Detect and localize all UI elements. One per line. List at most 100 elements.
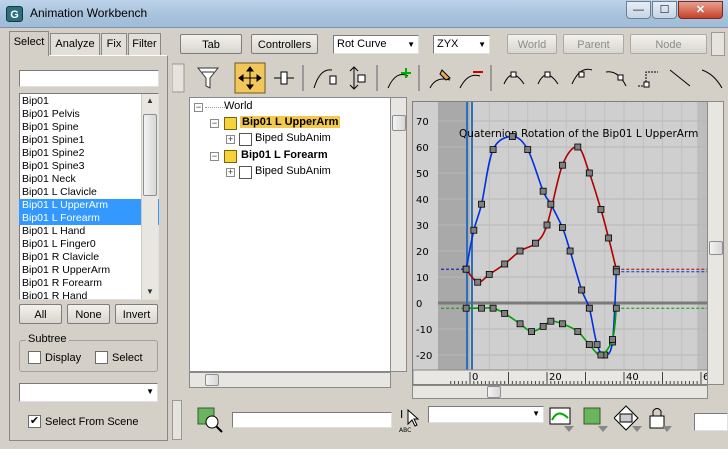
- scroll-up-arrow[interactable]: ▲: [142, 94, 158, 108]
- select-checkbox[interactable]: [95, 351, 108, 367]
- show-text-icon[interactable]: I ABC: [398, 406, 420, 434]
- display-checkbox[interactable]: [28, 351, 41, 367]
- keyframe-point: [597, 206, 605, 213]
- list-item[interactable]: Bip01: [19, 95, 159, 108]
- list-item[interactable]: Bip01 R Hand: [19, 290, 159, 299]
- axis-order-dropdown[interactable]: ZYX ▼: [433, 35, 490, 54]
- tree-hscrollbar[interactable]: [189, 372, 391, 388]
- list-item[interactable]: Bip01 L Hand: [19, 225, 159, 238]
- tangent-fast-icon[interactable]: [571, 68, 593, 85]
- keyframe-point: [516, 320, 524, 328]
- chevron-down-icon: ▼: [478, 40, 486, 49]
- select-all-button[interactable]: All: [19, 304, 62, 324]
- parent-button[interactable]: Parent: [563, 34, 624, 54]
- select-from-scene-label: Select From Scene: [45, 416, 139, 428]
- list-item[interactable]: Bip01 Pelvis: [19, 108, 159, 121]
- tab-filter[interactable]: Filter: [128, 33, 161, 55]
- keyframe-point: [566, 247, 574, 255]
- bottom-right-field[interactable]: [694, 413, 728, 431]
- list-item[interactable]: Bip01 Spine1: [19, 134, 159, 147]
- filter-input[interactable]: [232, 412, 392, 428]
- list-item[interactable]: Bip01 Spine: [19, 121, 159, 134]
- draw-curves-icon[interactable]: [429, 69, 451, 89]
- tangent-step-icon[interactable]: [638, 71, 658, 88]
- invert-selection-button[interactable]: Invert: [115, 304, 158, 324]
- list-item[interactable]: Bip01 R UpperArm: [19, 264, 159, 277]
- tree-node-label: Bip01 L UpperArm: [240, 116, 341, 128]
- keyframe-point: [462, 304, 470, 312]
- track-tree[interactable]: − World − Bip01 L UpperArm + Biped SubAn…: [189, 97, 391, 372]
- graph-vscroll-thumb[interactable]: [709, 241, 723, 255]
- curve-mode-dropdown[interactable]: Rot Curve ▼: [333, 35, 419, 54]
- move-keys-vertical-icon[interactable]: [349, 66, 366, 90]
- close-button[interactable]: ✕: [678, 1, 723, 19]
- filter-icon[interactable]: [196, 67, 220, 89]
- select-none-button[interactable]: None: [67, 304, 110, 324]
- keyframe-point: [609, 335, 616, 343]
- tab-analyze[interactable]: Analyze: [50, 33, 100, 55]
- tab-button[interactable]: Tab: [180, 34, 242, 54]
- bone-list-scrollbar[interactable]: ▲ ▼: [141, 94, 158, 299]
- tree-scrollbar[interactable]: [390, 97, 407, 372]
- list-item[interactable]: Bip01 R Forearm: [19, 277, 159, 290]
- controllers-button[interactable]: Controllers: [251, 34, 318, 54]
- scale-values-icon[interactable]: [313, 69, 337, 89]
- reduce-keys-icon[interactable]: [459, 71, 483, 89]
- chevron-down-icon: ▼: [532, 409, 540, 418]
- minimize-button[interactable]: —: [626, 1, 651, 19]
- tangent-linear-icon[interactable]: [669, 69, 691, 87]
- frame-curves-icon[interactable]: [548, 404, 578, 434]
- tree-scroll-thumb[interactable]: [392, 115, 406, 131]
- y-tick-label: 50: [416, 169, 429, 180]
- chevron-down-icon: ▼: [407, 40, 415, 49]
- scale-keys-time-icon[interactable]: [274, 71, 294, 85]
- list-item[interactable]: Bip01 L Finger0: [19, 238, 159, 251]
- tangent-auto-icon[interactable]: [503, 71, 525, 85]
- toolbar-scroll-handle[interactable]: [711, 32, 725, 56]
- tab-fix[interactable]: Fix: [101, 33, 127, 55]
- bone-icon: [224, 150, 237, 163]
- list-item[interactable]: Bip01 L Clavicle: [19, 186, 159, 199]
- bone-search-input[interactable]: [19, 70, 159, 87]
- lock-selection-icon[interactable]: [614, 404, 644, 434]
- graph-hscroll-thumb[interactable]: [487, 386, 501, 398]
- node-button[interactable]: Node: [630, 34, 707, 54]
- y-tick-label: 20: [416, 247, 429, 258]
- preset-dropdown[interactable]: ▼: [19, 383, 158, 402]
- keyframe-point: [574, 143, 582, 151]
- scroll-down-arrow[interactable]: ▼: [142, 285, 158, 299]
- bone-list-scroll-thumb[interactable]: [143, 114, 157, 196]
- title-bar[interactable]: G Animation Workbench — ☐ ✕: [0, 0, 728, 28]
- maximize-button[interactable]: ☐: [652, 1, 677, 19]
- curve-icon: [239, 133, 252, 146]
- tree-hscroll-thumb[interactable]: [205, 374, 219, 386]
- tangent-slow-icon[interactable]: [605, 71, 627, 87]
- bottom-dropdown[interactable]: ▼: [428, 406, 544, 423]
- graph-hscrollbar[interactable]: [412, 385, 708, 399]
- tangent-smooth-icon[interactable]: [701, 69, 723, 89]
- select-from-scene-checkbox[interactable]: ✔: [28, 415, 41, 428]
- graph-vscrollbar[interactable]: [707, 101, 724, 385]
- list-item[interactable]: Bip01 L UpperArm: [19, 199, 159, 212]
- curve-graph-svg[interactable]: 70 60 50 40 30 20 10 0 -10 -20 Quaternion Rotation…: [413, 102, 708, 385]
- keyframe-point: [585, 341, 593, 349]
- lock-icon[interactable]: [646, 404, 676, 434]
- keyframe-point: [532, 239, 539, 247]
- isolate-curves-icon[interactable]: [582, 404, 612, 434]
- world-button[interactable]: World: [507, 34, 557, 54]
- tangent-custom-icon[interactable]: [537, 71, 559, 85]
- list-item[interactable]: Bip01 R Clavicle: [19, 251, 159, 264]
- list-item[interactable]: Bip01 L Forearm: [19, 212, 159, 225]
- list-item[interactable]: Bip01 Spine3: [19, 160, 159, 173]
- add-keys-icon[interactable]: [387, 68, 411, 89]
- app-icon: G: [6, 6, 23, 22]
- tab-select[interactable]: Select: [9, 31, 49, 56]
- list-item[interactable]: Bip01 Spine2: [19, 147, 159, 160]
- keyframe-point: [478, 304, 485, 312]
- tree-node-label: Bip01 L Forearm: [241, 149, 328, 161]
- zoom-selected-icon[interactable]: [195, 404, 225, 434]
- bottom-bar-handle[interactable]: [172, 400, 182, 440]
- list-item[interactable]: Bip01 Neck: [19, 173, 159, 186]
- bone-list[interactable]: Bip01 Bip01 Pelvis Bip01 Spine Bip01 Spine1…: [19, 95, 159, 299]
- curve-graph[interactable]: 70 60 50 40 30 20 10 0 -10 -20 Quaternion Rotation…: [412, 101, 708, 385]
